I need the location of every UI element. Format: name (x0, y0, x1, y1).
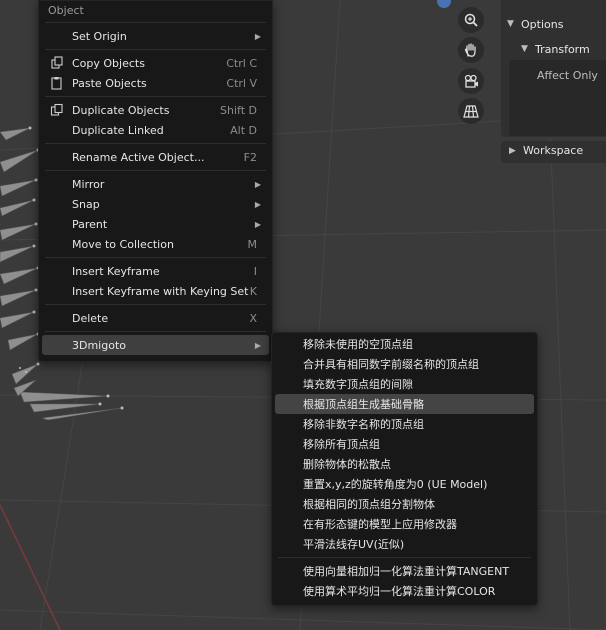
paste-icon (51, 77, 62, 90)
menu-separator (45, 143, 266, 144)
3dmigoto-submenu: 移除未使用的空顶点组 合并具有相同数字前缀名称的顶点组 填充数字顶点组的间隙 根… (271, 332, 538, 606)
submenu-item[interactable]: 填充数字顶点组的间隙 (275, 374, 534, 394)
shortcut-label: Alt D (230, 123, 257, 137)
chevron-down-icon: ▼ (521, 44, 528, 54)
options-header[interactable]: ▼ Options (507, 14, 563, 34)
submenu-arrow-icon: ▶ (254, 179, 261, 189)
menu-item-label: Parent (72, 217, 108, 231)
shortcut-label: X (249, 311, 257, 325)
submenu-arrow-icon: ▶ (254, 340, 261, 350)
transform-header[interactable]: ▼ Transform (521, 39, 590, 59)
submenu-item[interactable]: 移除非数字名称的顶点组 (275, 414, 534, 434)
copy-icon (51, 56, 63, 69)
menu-item-label: Insert Keyframe (72, 264, 160, 278)
menu-separator (45, 257, 266, 258)
submenu-item[interactable]: 使用向量相加归一化算法重计算TANGENT (275, 561, 534, 581)
menu-separator (45, 331, 266, 332)
menu-item-label: Duplicate Linked (72, 123, 164, 137)
menu-item-parent[interactable]: Parent ▶ (42, 214, 269, 234)
submenu-arrow-icon: ▶ (254, 31, 261, 41)
menu-item-label: Rename Active Object... (72, 150, 205, 164)
menu-item-duplicate-objects[interactable]: Duplicate Objects Shift D (42, 100, 269, 120)
menu-item-label: Copy Objects (72, 56, 145, 70)
workspace-label: Workspace (523, 144, 584, 157)
shortcut-label: I (253, 264, 257, 278)
submenu-item[interactable]: 删除物体的松散点 (275, 454, 534, 474)
submenu-item-label: 移除未使用的空顶点组 (303, 338, 413, 351)
submenu-item-label: 移除所有顶点组 (303, 438, 380, 451)
submenu-item-label: 在有形态键的模型上应用修改器 (303, 518, 457, 531)
menu-item-label: Move to Collection (72, 237, 174, 251)
zoom-icon[interactable] (458, 7, 484, 33)
menu-item-duplicate-linked[interactable]: Duplicate Linked Alt D (42, 120, 269, 140)
submenu-item-label: 合并具有相同数字前缀名称的顶点组 (303, 358, 479, 371)
menu-title: Object (48, 4, 84, 17)
chevron-down-icon: ▼ (507, 19, 514, 29)
object-menu: Object Set Origin ▶ Copy Objects Ctrl C … (38, 0, 273, 362)
menu-item-rename-active-object[interactable]: Rename Active Object... F2 (42, 147, 269, 167)
shortcut-label: F2 (243, 150, 257, 164)
submenu-item[interactable]: 使用算术平均归一化算法重计算COLOR (275, 581, 534, 601)
menu-item-insert-keyframe-keying-set[interactable]: Insert Keyframe with Keying Set K (42, 281, 269, 301)
menu-separator (278, 557, 531, 558)
shortcut-label: M (247, 237, 258, 251)
menu-item-label: Snap (72, 197, 100, 211)
submenu-item[interactable]: 移除所有顶点组 (275, 434, 534, 454)
submenu-arrow-icon: ▶ (254, 199, 261, 209)
submenu-item[interactable]: 根据相同的顶点组分割物体 (275, 494, 534, 514)
menu-item-label: Insert Keyframe with Keying Set (72, 284, 249, 298)
submenu-item-label: 使用向量相加归一化算法重计算TANGENT (303, 565, 510, 578)
menu-item-label: Mirror (72, 177, 105, 191)
submenu-item[interactable]: 移除未使用的空顶点组 (275, 334, 534, 354)
chevron-right-icon: ▶ (509, 145, 516, 156)
menu-item-move-to-collection[interactable]: Move to Collection M (42, 234, 269, 254)
submenu-item[interactable]: 合并具有相同数字前缀名称的顶点组 (275, 354, 534, 374)
submenu-item-label: 使用算术平均归一化算法重计算COLOR (303, 585, 496, 598)
menu-separator (45, 96, 266, 97)
submenu-item-label: 移除非数字名称的顶点组 (303, 418, 424, 431)
menu-item-insert-keyframe[interactable]: Insert Keyframe I (42, 261, 269, 281)
options-label: Options (521, 17, 564, 31)
submenu-item-label: 根据相同的顶点组分割物体 (303, 498, 435, 511)
submenu-item-highlighted[interactable]: 根据顶点组生成基础骨骼 (275, 394, 534, 414)
submenu-arrow-icon: ▶ (254, 219, 261, 229)
shortcut-label: K (249, 284, 257, 298)
menu-item-mirror[interactable]: Mirror ▶ (42, 174, 269, 194)
menu-item-copy-objects[interactable]: Copy Objects Ctrl C (42, 53, 269, 73)
menu-item-set-origin[interactable]: Set Origin ▶ (42, 26, 269, 46)
submenu-item[interactable]: 平滑法线存UV(近似) (275, 534, 534, 554)
menu-item-snap[interactable]: Snap ▶ (42, 194, 269, 214)
duplicate-icon (50, 103, 63, 116)
menu-item-paste-objects[interactable]: Paste Objects Ctrl V (42, 73, 269, 93)
submenu-item-label: 填充数字顶点组的间隙 (303, 378, 413, 391)
affect-only-label: Affect Only (537, 69, 598, 82)
menu-item-label: 3Dmigoto (72, 338, 126, 352)
hand-icon[interactable] (458, 37, 484, 63)
menu-item-3dmigoto[interactable]: 3Dmigoto ▶ (42, 335, 269, 355)
shortcut-label: Ctrl V (226, 76, 257, 90)
transform-label: Transform (535, 42, 590, 56)
submenu-item[interactable]: 重置x,y,z的旋转角度为0 (UE Model) (275, 474, 534, 494)
submenu-item-label: 平滑法线存UV(近似) (303, 538, 405, 551)
menu-separator (45, 304, 266, 305)
submenu-item-label: 重置x,y,z的旋转角度为0 (UE Model) (303, 478, 488, 491)
menu-separator (45, 49, 266, 50)
menu-item-label: Set Origin (72, 29, 127, 43)
workspace-header[interactable]: ▶ Workspace (501, 141, 606, 163)
menu-separator (45, 170, 266, 171)
menu-item-label: Duplicate Objects (72, 103, 170, 117)
submenu-item[interactable]: 在有形态键的模型上应用修改器 (275, 514, 534, 534)
submenu-item-label: 删除物体的松散点 (303, 458, 391, 471)
menu-item-label: Delete (72, 311, 109, 325)
menu-separator (45, 22, 266, 23)
menu-item-delete[interactable]: Delete X (42, 308, 269, 328)
grid-icon[interactable] (458, 98, 484, 124)
submenu-item-label: 根据顶点组生成基础骨骼 (303, 398, 424, 411)
shortcut-label: Ctrl C (226, 56, 257, 70)
menu-item-label: Paste Objects (72, 76, 147, 90)
camera-icon[interactable] (458, 68, 484, 94)
shortcut-label: Shift D (220, 103, 257, 117)
